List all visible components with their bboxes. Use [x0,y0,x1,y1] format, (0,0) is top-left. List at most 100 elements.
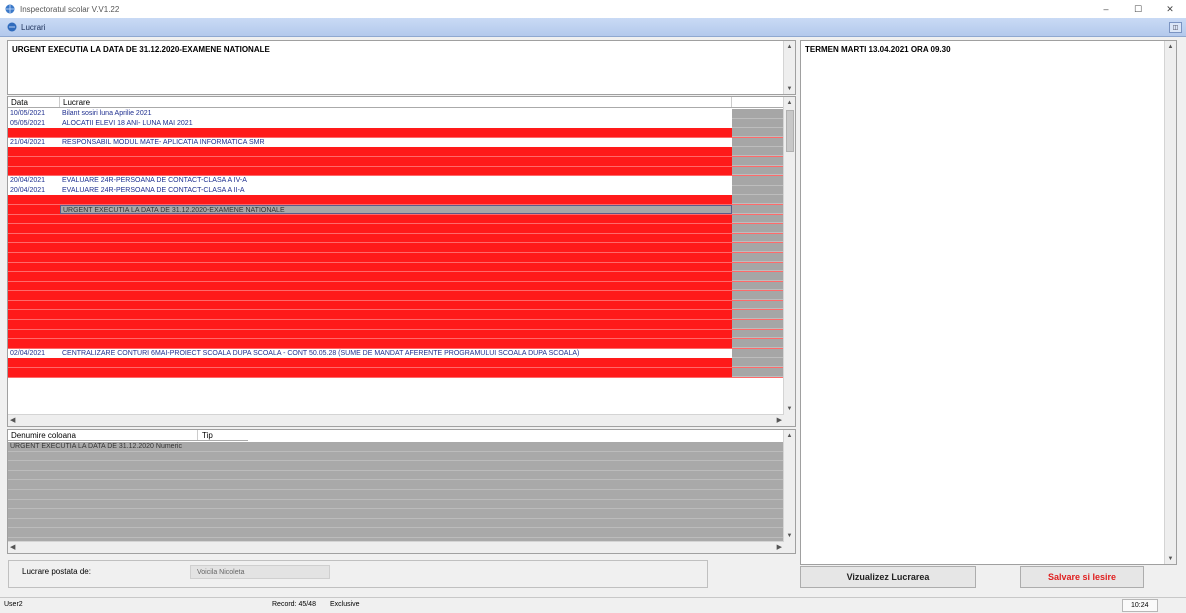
scroll-up-icon[interactable]: ▲ [784,41,795,52]
cell-lucrare: Bilant sosiri luna Aprilie 2021 [62,110,152,117]
cell-extra [732,176,784,186]
table-row[interactable] [8,300,784,311]
lucrari-hscrollbar[interactable]: ◀ ▶ [8,414,784,426]
cell-extra [732,185,784,196]
scroll-down-icon[interactable]: ▼ [784,83,795,94]
cell-lucrare [60,339,732,348]
table-row[interactable] [8,291,784,301]
cell-extra [732,348,784,359]
cell-extra [732,214,784,224]
cell-date [8,301,60,310]
table-row[interactable]: 21/04/2021 RESPONSABIL MODUL MATE- APLICA… [8,137,784,148]
column-header-tip[interactable]: Tip [198,430,248,440]
scroll-up-icon[interactable]: ▲ [784,97,795,108]
minimize-button[interactable]: – [1090,0,1122,18]
table-row[interactable]: 20/04/2021 EVALUARE 24R-PERSOANA DE CONTA… [8,185,784,196]
cell-date: 21/04/2021 [10,138,46,146]
lucrare-text-scrollbar[interactable]: ▲ ▼ [783,41,795,94]
denumire-empty-row [8,452,784,462]
scroll-up-icon[interactable]: ▲ [1165,41,1176,52]
table-row[interactable] [8,252,784,263]
column-header-data[interactable]: Data [8,97,60,107]
table-row[interactable] [8,214,784,225]
cell-date [8,253,60,262]
postata-value: Voicila Nicoleta [190,565,330,579]
denumire-empty-row [8,500,784,510]
cell-date [8,291,60,300]
termen-panel[interactable]: TERMEN MARTI 13.04.2021 ORA 09.30 ▲ ▼ [800,40,1177,565]
table-row[interactable]: 05/05/2021 ALOCATII ELEVI 18 ANI- LUNA MA… [8,118,784,129]
cell-date [8,195,60,204]
status-record: Record: 45/48 [272,601,316,608]
table-row[interactable] [8,224,784,234]
column-header-denumire[interactable]: Denumire coloana [8,430,198,440]
denumire-vscrollbar[interactable]: ▲ ▼ [783,430,795,553]
lucrari-vscrollbar[interactable]: ▲ ▼ [783,97,795,426]
scroll-right-icon[interactable]: ▶ [777,543,782,551]
table-row[interactable] [8,128,784,138]
cell-date [8,272,60,281]
cell-lucrare [60,195,732,204]
lucrari-grid[interactable]: Data Lucrare 10/05/2021 Bilant sosiri lun… [7,96,796,427]
cell-lucrare [60,263,732,272]
cell-lucrare [60,368,732,377]
save-and-exit-button[interactable]: Salvare si Iesire [1020,566,1144,588]
column-header-lucrare[interactable]: Lucrare [60,97,732,107]
table-row[interactable]: 02/04/2021 CENTRALIZARE CONTURI 6MAI-PROI… [8,348,784,359]
scroll-down-icon[interactable]: ▼ [784,530,795,541]
status-mode: Exclusive [330,601,360,608]
scroll-down-icon[interactable]: ▼ [1165,553,1176,564]
scroll-thumb[interactable] [786,110,794,152]
cell-lucrare [60,215,732,224]
cell-lucrare: EVALUARE 24R-PERSOANA DE CONTACT-CLASA A… [62,177,247,185]
denumire-hscrollbar[interactable]: ◀ ▶ [8,541,784,553]
cell-lucrare [60,243,732,252]
visualize-lucrare-button[interactable]: Vizualizez Lucrarea [800,566,976,588]
scroll-up-icon[interactable]: ▲ [784,430,795,441]
cell-date [8,310,60,319]
cell-date: 10/05/2021 [10,110,46,117]
scroll-left-icon[interactable]: ◀ [10,416,15,424]
cell-date [8,128,60,137]
table-row[interactable] [8,320,784,330]
termen-scrollbar[interactable]: ▲ ▼ [1164,41,1176,564]
table-row[interactable]: 20/04/2021 EVALUARE 24R-PERSOANA DE CONTA… [8,176,784,186]
table-row[interactable] [8,195,784,205]
cell-date [8,243,60,252]
scroll-right-icon[interactable]: ▶ [777,416,782,424]
table-row[interactable] [8,281,784,292]
cell-extra [732,195,784,204]
cell-extra [732,204,784,214]
cell-lucrare [60,253,732,262]
lucrare-text-panel[interactable]: URGENT EXECUTIA LA DATA DE 31.12.2020-EX… [7,40,796,95]
denumire-row[interactable]: URGENT EXECUTIA LA DATA DE 31.12.2020 Nu… [8,442,784,452]
scroll-left-icon[interactable]: ◀ [10,543,15,551]
table-row[interactable] [8,147,784,157]
table-row[interactable]: URGENT EXECUTIA LA DATA DE 31.12.2020-EX… [8,204,784,215]
cell-date [8,234,60,243]
cell-date [8,320,60,329]
table-row[interactable] [8,339,784,349]
table-row[interactable] [8,329,784,340]
table-row[interactable]: 10/05/2021 Bilant sosiri luna Aprilie 202… [8,109,784,119]
denumire-empty-row [8,519,784,529]
table-row[interactable] [8,310,784,321]
denumire-grid[interactable]: Denumire coloana Tip URGENT EXECUTIA LA … [7,429,796,554]
table-row[interactable] [8,243,784,253]
cell-extra [732,329,784,339]
table-row[interactable] [8,272,784,282]
cell-extra [732,118,784,129]
table-row[interactable] [8,233,784,244]
table-row[interactable] [8,358,784,369]
table-row[interactable] [8,156,784,167]
table-row[interactable] [8,166,784,177]
cell-extra [732,339,784,348]
close-button[interactable]: ✕ [1154,0,1186,18]
restore-child-button[interactable]: ◫ [1169,21,1182,33]
cell-extra [732,281,784,291]
cell-extra [732,310,784,320]
table-row[interactable] [8,368,784,378]
scroll-down-icon[interactable]: ▼ [784,403,795,414]
table-row[interactable] [8,262,784,273]
maximize-button[interactable]: ☐ [1122,0,1154,18]
